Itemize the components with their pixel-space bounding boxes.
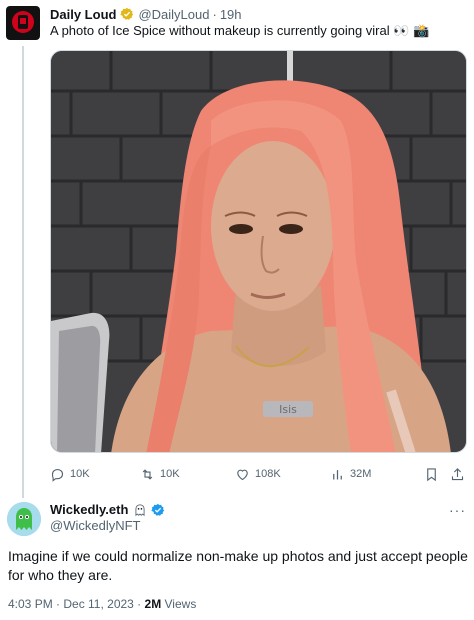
reply-meta: 4:03 PM · Dec 11, 2023 · 2M Views — [8, 597, 196, 611]
parent-header: Daily Loud @DailyLoud · 19h — [50, 5, 242, 23]
action-bar: 10K 10K 108K 32M — [50, 463, 470, 485]
reply-views-count: 2M — [144, 597, 162, 611]
author-name[interactable]: Daily Loud — [50, 7, 116, 22]
bookmark-button[interactable] — [424, 463, 444, 485]
views-button[interactable]: 32M — [330, 463, 371, 485]
reply-button[interactable]: 10K — [50, 463, 90, 485]
reply-views-label: Views — [161, 597, 197, 611]
tweet-photo[interactable]: Isis — [50, 50, 467, 453]
reply-author-name[interactable]: Wickedly.eth — [50, 502, 128, 517]
view-count: 32M — [350, 468, 372, 480]
repost-button[interactable]: 10K — [140, 463, 180, 485]
separator-dot: · — [212, 6, 217, 22]
logo-mark-inner — [20, 18, 26, 24]
tweet-time[interactable]: 19h — [220, 7, 242, 22]
daily-loud-avatar[interactable] — [6, 6, 40, 40]
reply-icon — [51, 468, 64, 482]
reply-author-row: Wickedly.eth — [50, 502, 165, 517]
share-icon — [451, 467, 464, 480]
repost-count: 10K — [160, 468, 180, 480]
thread-line — [22, 46, 24, 498]
more-options-icon[interactable]: ··· — [449, 502, 466, 518]
wickedly-avatar[interactable] — [7, 502, 41, 536]
photo-illustration: Isis — [51, 51, 466, 452]
parent-tweet: Daily Loud @DailyLoud · 19h A photo of I… — [0, 0, 474, 498]
verified-blue-icon — [151, 503, 165, 516]
reply-count: 10K — [70, 468, 90, 480]
author-handle[interactable]: @DailyLoud — [138, 7, 209, 22]
like-button[interactable]: 108K — [235, 463, 281, 485]
ghost-avatar-icon — [7, 502, 41, 536]
verified-gold-icon — [120, 7, 134, 20]
ghost-emoji-icon — [135, 503, 145, 516]
bookmark-icon — [427, 467, 436, 481]
like-count: 108K — [255, 468, 281, 480]
repost-icon — [142, 468, 153, 480]
reply-tweet-text: Imagine if we could normalize non-make u… — [8, 548, 468, 583]
share-button[interactable] — [450, 463, 470, 485]
parent-tweet-text: A photo of Ice Spice without makeup is c… — [50, 23, 430, 38]
reply-author-handle[interactable]: @WickedlyNFT — [50, 518, 140, 533]
reply-timestamp[interactable]: 4:03 PM · Dec 11, 2023 · — [8, 597, 145, 611]
necklace-text: Isis — [279, 403, 297, 416]
heart-icon — [237, 469, 248, 480]
bar-chart-icon — [333, 469, 342, 479]
